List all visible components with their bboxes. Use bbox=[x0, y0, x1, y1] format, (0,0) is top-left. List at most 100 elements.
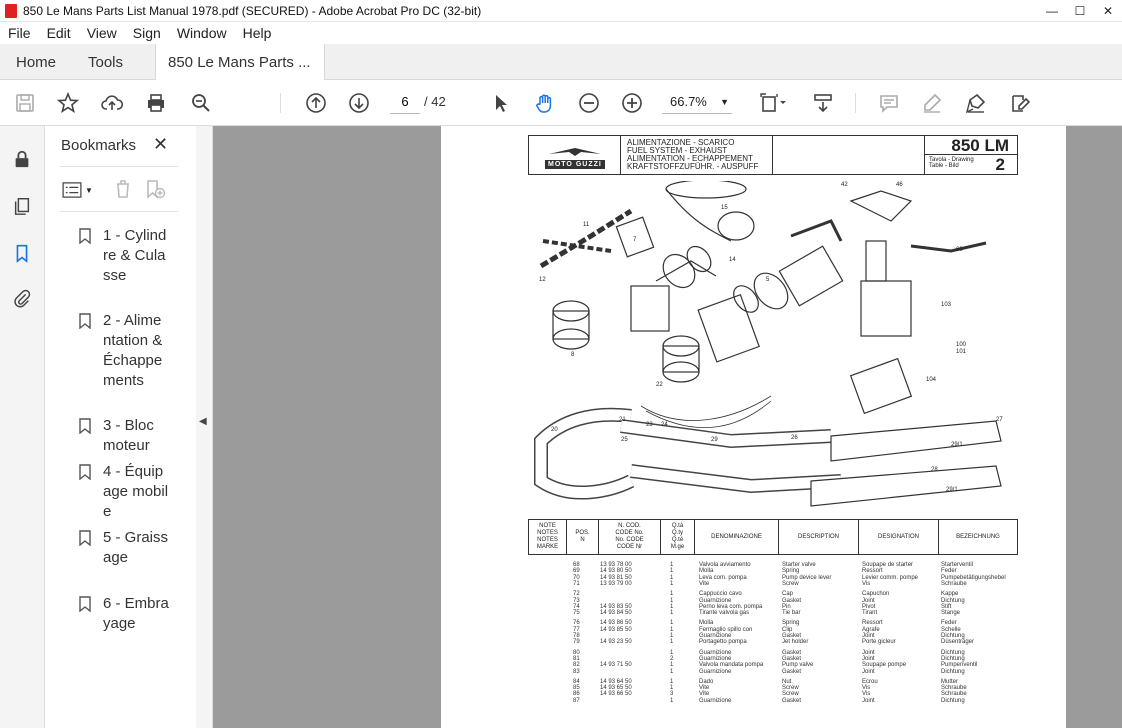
cell-qty: 1 bbox=[670, 685, 674, 692]
highlight-pen-icon[interactable] bbox=[918, 89, 946, 117]
attachments-paperclip-icon[interactable] bbox=[9, 285, 35, 311]
cell-fr: Vis bbox=[862, 580, 871, 587]
bookmark-item[interactable]: 2 - Alimentation & Échappements bbox=[79, 311, 169, 401]
tab-tools[interactable]: Tools bbox=[88, 44, 123, 80]
cell-fr: Joint bbox=[862, 655, 875, 662]
cell-pos: 72 bbox=[573, 591, 580, 598]
svg-text:103: 103 bbox=[941, 302, 952, 308]
cell-it: Guarnizione bbox=[699, 633, 732, 639]
bookmark-star-icon[interactable] bbox=[54, 89, 82, 117]
table-row: 78 1 Guarnizione Gasket Joint Dichtung bbox=[528, 633, 1018, 639]
delete-bookmark-icon[interactable] bbox=[112, 178, 134, 203]
fill-sign-icon[interactable] bbox=[1006, 89, 1034, 117]
menu-edit[interactable]: Edit bbox=[39, 25, 79, 41]
select-cursor-icon[interactable] bbox=[487, 89, 515, 117]
print-icon[interactable] bbox=[142, 89, 170, 117]
drawing-header: MOTO GUZZI ALIMENTAZIONE - SCARICO FUEL … bbox=[528, 135, 1018, 175]
cell-it: Guarnizione bbox=[699, 597, 732, 604]
menu-view[interactable]: View bbox=[79, 25, 125, 41]
cell-qty: 1 bbox=[670, 639, 674, 646]
minimize-button[interactable]: — bbox=[1038, 0, 1066, 22]
cell-fr: Joint bbox=[862, 633, 875, 639]
zoom-in-icon[interactable] bbox=[618, 89, 646, 117]
bookmark-item[interactable]: 3 - Bloc moteur bbox=[79, 416, 169, 456]
cell-fr: Ressort bbox=[862, 620, 883, 627]
svg-text:25: 25 bbox=[621, 437, 628, 443]
page-thumbnails-icon[interactable] bbox=[9, 193, 35, 219]
cell-qty: 1 bbox=[670, 678, 674, 685]
maximize-button[interactable]: ☐ bbox=[1066, 0, 1094, 22]
bookmark-item[interactable]: 4 - Équipage mobile bbox=[79, 462, 169, 522]
cell-pos: 76 bbox=[573, 620, 580, 627]
cell-en: Pump device lever bbox=[782, 574, 832, 581]
table-row: 73 1 Guarnizione Gasket Joint Dichtung bbox=[528, 598, 1018, 604]
cell-it: Portagetto pompa bbox=[699, 639, 747, 646]
cell-pos: 82 bbox=[573, 662, 580, 669]
cell-it: Vite bbox=[699, 580, 710, 587]
cell-fr: Joint bbox=[862, 668, 875, 675]
zoom-out-icon[interactable] bbox=[575, 89, 603, 117]
add-bookmark-icon[interactable] bbox=[144, 178, 166, 203]
menu-window[interactable]: Window bbox=[169, 25, 235, 41]
menu-sign[interactable]: Sign bbox=[125, 25, 169, 41]
page-fit-icon[interactable] bbox=[755, 89, 791, 117]
svg-text:22: 22 bbox=[656, 382, 663, 388]
menu-file[interactable]: File bbox=[0, 25, 39, 41]
close-window-button[interactable]: ✕ bbox=[1094, 0, 1122, 22]
sign-pen-icon[interactable] bbox=[962, 89, 990, 117]
cell-code: 14 93 81 50 bbox=[600, 574, 632, 581]
bookmarks-panel-icon[interactable] bbox=[9, 240, 35, 266]
previous-page-icon[interactable] bbox=[302, 89, 330, 117]
cell-de: Schraube bbox=[941, 685, 967, 692]
scroll-mode-icon[interactable] bbox=[809, 89, 837, 117]
tab-home[interactable]: Home bbox=[16, 44, 56, 80]
hand-tool-icon[interactable] bbox=[531, 89, 559, 117]
collapse-panel-handle[interactable]: ◀ bbox=[196, 126, 213, 728]
cell-fr: Porte gicleur bbox=[862, 639, 896, 646]
svg-text:29/1: 29/1 bbox=[946, 487, 958, 493]
tab-document[interactable]: 850 Le Mans Parts ... bbox=[155, 44, 325, 81]
cell-pos: 84 bbox=[573, 678, 580, 685]
cell-qty: 1 bbox=[670, 603, 674, 610]
cell-de: Dichtung bbox=[941, 655, 965, 662]
table-row: 76 14 93 86 50 1 Molla Spring Ressort Feder bbox=[528, 620, 1018, 626]
save-icon[interactable] bbox=[11, 89, 39, 117]
cell-de: Dichtung bbox=[941, 697, 965, 704]
menu-help[interactable]: Help bbox=[235, 25, 280, 41]
svg-text:29/1: 29/1 bbox=[951, 442, 963, 448]
bookmark-label: 1 - Cylindre & Culasse bbox=[103, 227, 167, 284]
cell-en: Tie bar bbox=[782, 610, 801, 617]
comment-icon[interactable] bbox=[875, 89, 903, 117]
cell-en: Gasket bbox=[782, 668, 802, 675]
cell-code: 14 93 23 50 bbox=[600, 639, 632, 646]
svg-text:15: 15 bbox=[721, 205, 728, 211]
cell-code: 14 93 80 50 bbox=[600, 568, 632, 575]
zoom-search-icon[interactable] bbox=[187, 89, 215, 117]
cell-pos: 71 bbox=[573, 580, 580, 587]
cell-de: Starterventil bbox=[941, 562, 974, 568]
bookmark-item[interactable]: 6 - Embrayage bbox=[79, 594, 169, 654]
column-code: N. COD. CODE No. No. CODE CODE Nr bbox=[599, 520, 661, 554]
svg-text:5: 5 bbox=[766, 277, 770, 283]
column-pos: POS. N bbox=[567, 520, 599, 554]
upload-cloud-icon[interactable] bbox=[98, 89, 126, 117]
svg-text:60: 60 bbox=[956, 247, 963, 253]
bookmark-item[interactable]: 1 - Cylindre & Culasse bbox=[79, 226, 169, 306]
cell-qty: 1 bbox=[670, 597, 674, 604]
cell-en: Screw bbox=[782, 691, 799, 698]
cell-fr: Capuchon bbox=[862, 591, 890, 598]
lock-icon[interactable] bbox=[9, 146, 35, 172]
cell-code: 13 93 79 00 bbox=[600, 580, 632, 587]
page-number-input[interactable] bbox=[390, 90, 420, 114]
close-panel-icon[interactable]: ✕ bbox=[153, 134, 168, 155]
bookmark-item[interactable]: 5 - Graissage bbox=[79, 528, 169, 588]
bookmark-label: 2 - Alimentation & Échappements bbox=[103, 312, 163, 389]
cell-en: Cap bbox=[782, 591, 794, 598]
svg-text:24: 24 bbox=[661, 422, 668, 428]
cell-qty: 1 bbox=[670, 574, 674, 581]
bookmark-icon bbox=[79, 530, 91, 546]
zoom-level-dropdown[interactable]: 66.7% ▼ bbox=[662, 90, 732, 114]
bookmark-options-menu[interactable]: ▼ bbox=[62, 180, 96, 200]
next-page-icon[interactable] bbox=[345, 89, 373, 117]
document-viewport[interactable]: MOTO GUZZI ALIMENTAZIONE - SCARICO FUEL … bbox=[213, 126, 1122, 728]
